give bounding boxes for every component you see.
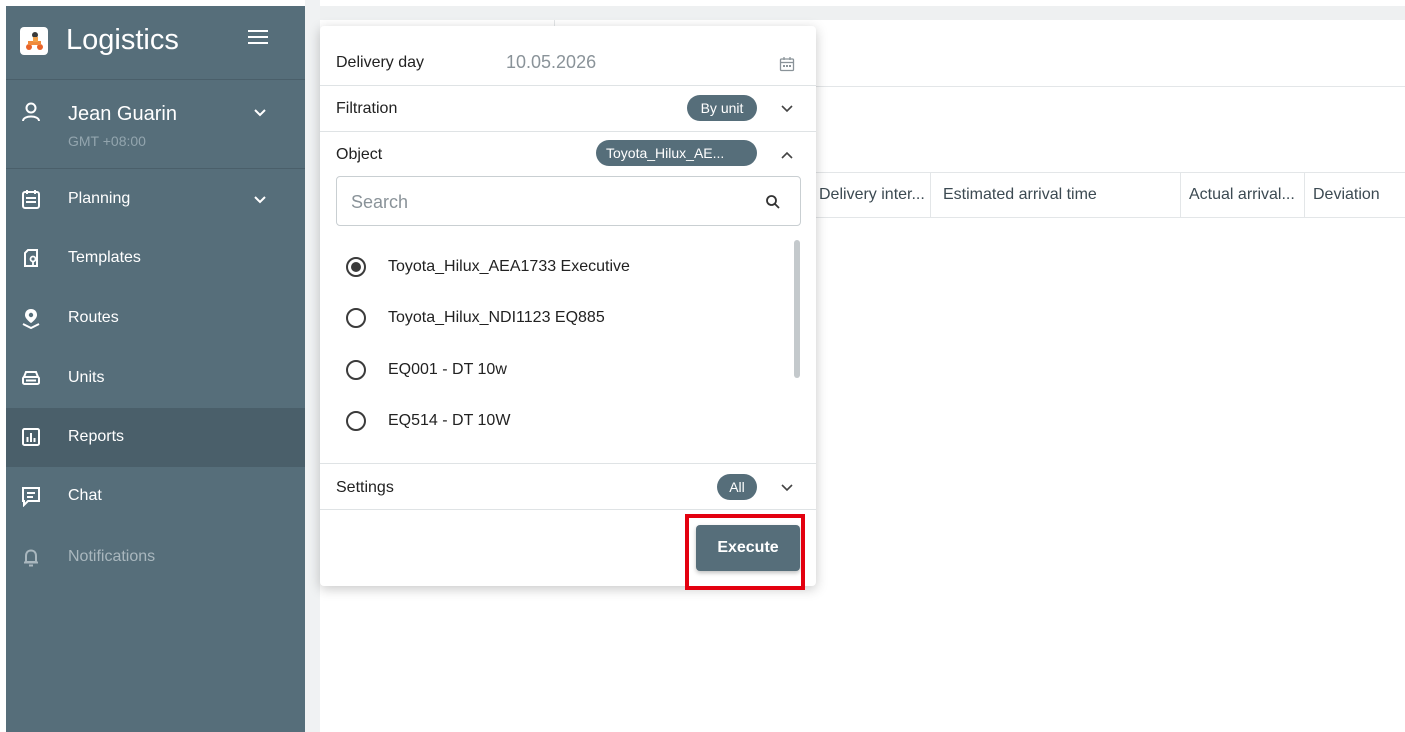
chevron-down-icon xyxy=(254,196,266,204)
filtration-row[interactable]: Filtration By unit xyxy=(320,86,816,132)
top-bar xyxy=(320,6,1405,20)
template-icon xyxy=(24,249,38,267)
chat-icon xyxy=(22,487,40,507)
route-pin-icon xyxy=(22,309,40,329)
bell-icon xyxy=(24,549,38,567)
menu-toggle-icon[interactable] xyxy=(248,30,268,50)
sidebar: Logistics Jean Guarin GMT +08:00 Plannin… xyxy=(6,6,305,732)
settings-row[interactable]: Settings All xyxy=(320,464,816,510)
column-header[interactable]: Delivery inter... xyxy=(815,173,931,217)
option-label: Toyota_Hilux_AEA1733 Executive xyxy=(388,258,630,275)
logo-row: Logistics xyxy=(6,6,305,80)
option-label: EQ001 - DT 10w xyxy=(388,361,507,378)
bar-chart-icon xyxy=(22,428,40,446)
object-label: Object xyxy=(336,146,383,163)
chevron-down-icon xyxy=(254,109,266,117)
radio-unselected[interactable] xyxy=(346,308,366,328)
calendar-icon xyxy=(22,190,40,209)
sidebar-item-label: Reports xyxy=(68,428,125,445)
object-chip[interactable]: Toyota_Hilux_AE... xyxy=(596,140,757,166)
column-header[interactable]: Estimated arrival time xyxy=(931,173,1181,217)
sidebar-item-routes[interactable]: Routes xyxy=(6,289,305,348)
sidebar-item-label: Chat xyxy=(68,487,102,504)
report-parameters-popup: Delivery day 10.05.2026 Filtration By un… xyxy=(320,26,816,586)
settings-label: Settings xyxy=(336,479,394,496)
divider xyxy=(815,86,1405,87)
column-header[interactable]: Actual arrival... xyxy=(1181,173,1305,217)
app-title: Logistics xyxy=(66,24,179,56)
chevron-up-icon[interactable] xyxy=(779,147,795,163)
search-field[interactable] xyxy=(336,176,801,226)
logo-scooter-icon xyxy=(20,27,48,55)
user-name: Jean Guarin xyxy=(68,103,177,125)
user-timezone: GMT +08:00 xyxy=(68,133,146,149)
sidebar-item-templates[interactable]: Templates xyxy=(6,229,305,288)
sidebar-item-label: Templates xyxy=(68,249,141,266)
filtration-chip[interactable]: By unit xyxy=(687,95,757,121)
delivery-day-row[interactable]: Delivery day 10.05.2026 xyxy=(320,26,816,86)
sidebar-item-chat[interactable]: Chat xyxy=(6,467,305,526)
sidebar-item-units[interactable]: Units xyxy=(6,349,305,408)
scrollbar-thumb[interactable] xyxy=(794,240,800,378)
sidebar-item-label: Routes xyxy=(68,309,119,326)
search-icon[interactable] xyxy=(764,193,782,211)
sidebar-item-reports[interactable]: Reports xyxy=(6,408,305,467)
user-profile[interactable]: Jean Guarin GMT +08:00 xyxy=(6,81,305,169)
car-icon xyxy=(22,371,40,385)
object-options-list: Toyota_Hilux_AEA1733 Executive Toyota_Hi… xyxy=(336,238,806,458)
option-label: Toyota_Hilux_NDI1123 EQ885 xyxy=(388,309,605,326)
content-gutter xyxy=(305,0,320,732)
sidebar-item-planning[interactable]: Planning xyxy=(6,170,305,229)
radio-unselected[interactable] xyxy=(346,411,366,431)
filtration-label: Filtration xyxy=(336,100,398,117)
chevron-down-icon[interactable] xyxy=(779,480,795,496)
sidebar-item-label: Units xyxy=(68,369,105,386)
calendar-icon[interactable] xyxy=(779,56,795,72)
search-input[interactable] xyxy=(351,189,751,215)
radio-selected[interactable] xyxy=(346,257,366,277)
report-table-header: Delivery inter... Estimated arrival time… xyxy=(815,172,1405,218)
chevron-down-icon[interactable] xyxy=(779,101,795,117)
settings-chip[interactable]: All xyxy=(717,474,757,500)
sidebar-item-label: Planning xyxy=(68,190,131,207)
options-scrollbar[interactable] xyxy=(794,240,800,450)
app-frame: Logistics Jean Guarin GMT +08:00 Plannin… xyxy=(0,0,1405,732)
sidebar-item-label: Notifications xyxy=(68,548,156,565)
sidebar-item-notifications[interactable]: Notifications xyxy=(6,528,305,587)
highlight-box xyxy=(685,514,805,590)
radio-unselected[interactable] xyxy=(346,360,366,380)
column-header[interactable]: Deviation xyxy=(1305,173,1405,217)
delivery-day-label: Delivery day xyxy=(336,54,425,71)
delivery-day-value[interactable]: 10.05.2026 xyxy=(506,52,596,73)
user-icon xyxy=(22,102,40,122)
option-label: EQ514 - DT 10W xyxy=(388,412,511,429)
